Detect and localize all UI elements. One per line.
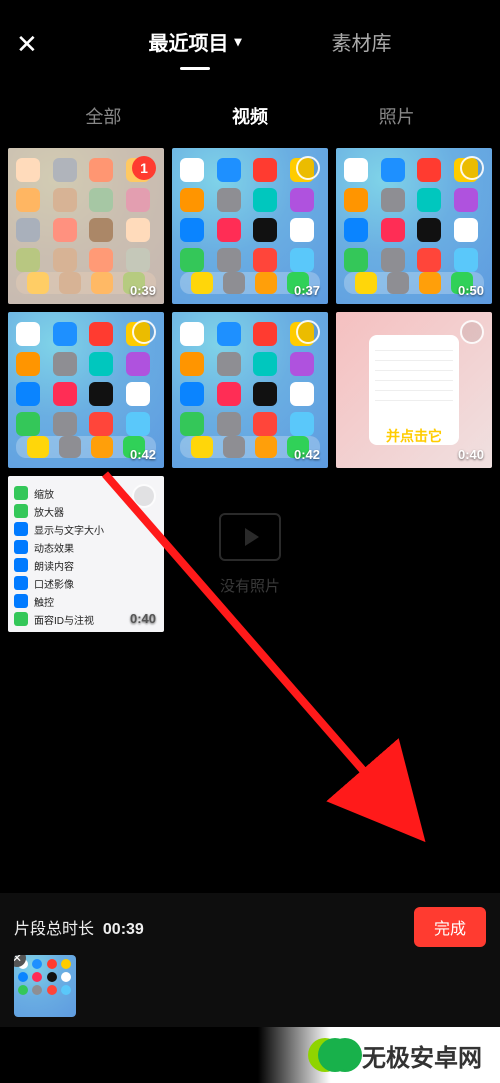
media-item[interactable]: 0:42 [172,312,328,468]
settings-row-icon [14,594,28,608]
duration-label: 0:39 [130,283,156,298]
video-placeholder-icon [219,513,281,561]
settings-row-icon [14,486,28,500]
thumb-caption: 并点击它 [336,426,492,446]
media-item[interactable]: 缩放放大器显示与文字大小动态效果朗读内容口述影像触控面容ID与注视 0:40 [8,476,164,632]
total-duration-value: 00:39 [103,921,144,938]
tab-library[interactable]: 素材库 [332,27,392,62]
settings-row: 动态效果 [14,538,158,556]
close-icon[interactable]: ✕ [16,29,56,60]
watermark-text: 无极安卓网 [362,1038,482,1073]
settings-row: 口述影像 [14,574,158,592]
total-duration: 片段总时长 00:39 [14,915,144,939]
bottom-bar: 片段总时长 00:39 完成 ✕ [0,893,500,1027]
settings-row-label: 朗读内容 [34,558,74,573]
top-bar: ✕ 最近项目 ▾ 素材库 [0,0,500,88]
settings-row-label: 面容ID与注视 [34,612,94,627]
media-item[interactable]: 0:37 [172,148,328,304]
tab-library-label: 素材库 [332,27,392,56]
chevron-down-icon: ▾ [234,33,241,50]
selection-circle-icon[interactable] [132,320,156,344]
settings-row-icon [14,576,28,590]
media-item[interactable]: 0:50 [336,148,492,304]
duration-label: 0:42 [130,447,156,462]
settings-row: 显示与文字大小 [14,520,158,538]
duration-label: 0:40 [130,611,156,626]
settings-row: 触控 [14,592,158,610]
done-button[interactable]: 完成 [414,907,486,947]
settings-row-icon [14,504,28,518]
watermark: 无极安卓网 [258,1027,500,1083]
settings-row-label: 放大器 [34,504,64,519]
selected-thumb[interactable]: ✕ [14,955,76,1017]
settings-row: 朗读内容 [14,556,158,574]
settings-row-label: 显示与文字大小 [34,522,104,537]
filter-bar: 全部 视频 照片 [0,88,500,144]
settings-row-label: 触控 [34,594,54,609]
duration-label: 0:37 [294,283,320,298]
total-duration-prefix: 片段总时长 [14,921,94,938]
settings-row-label: 口述影像 [34,576,74,591]
settings-row-icon [14,540,28,554]
selection-circle-icon[interactable] [460,156,484,180]
media-item[interactable]: 并点击它 0:40 [336,312,492,468]
settings-row-label: 缩放 [34,486,54,501]
selection-badge: 1 [132,156,156,180]
settings-row-label: 动态效果 [34,540,74,555]
settings-row-icon [14,522,28,536]
filter-photo[interactable]: 照片 [379,103,415,129]
selected-strip: ✕ [14,955,486,1017]
media-item[interactable]: 1 0:39 [8,148,164,304]
duration-label: 0:50 [458,283,484,298]
empty-state: 没有照片 [172,476,328,632]
selection-circle-icon[interactable] [296,320,320,344]
selection-circle-icon[interactable] [460,320,484,344]
settings-row-icon [14,558,28,572]
tab-recent[interactable]: 最近项目 ▾ [148,27,241,62]
duration-label: 0:42 [294,447,320,462]
filter-video[interactable]: 视频 [232,103,268,129]
selection-circle-icon[interactable] [132,484,156,508]
empty-label: 没有照片 [220,575,280,596]
settings-row-icon [14,612,28,626]
selection-circle-icon[interactable] [296,156,320,180]
tab-recent-label: 最近项目 [148,27,228,56]
filter-all[interactable]: 全部 [85,103,121,129]
duration-label: 0:40 [458,447,484,462]
source-tabs: 最近项目 ▾ 素材库 [56,27,484,62]
media-item[interactable]: 0:42 [8,312,164,468]
media-grid: 1 0:39 0:37 0:50 0:42 [0,144,500,636]
watermark-logo-icon [318,1038,352,1072]
